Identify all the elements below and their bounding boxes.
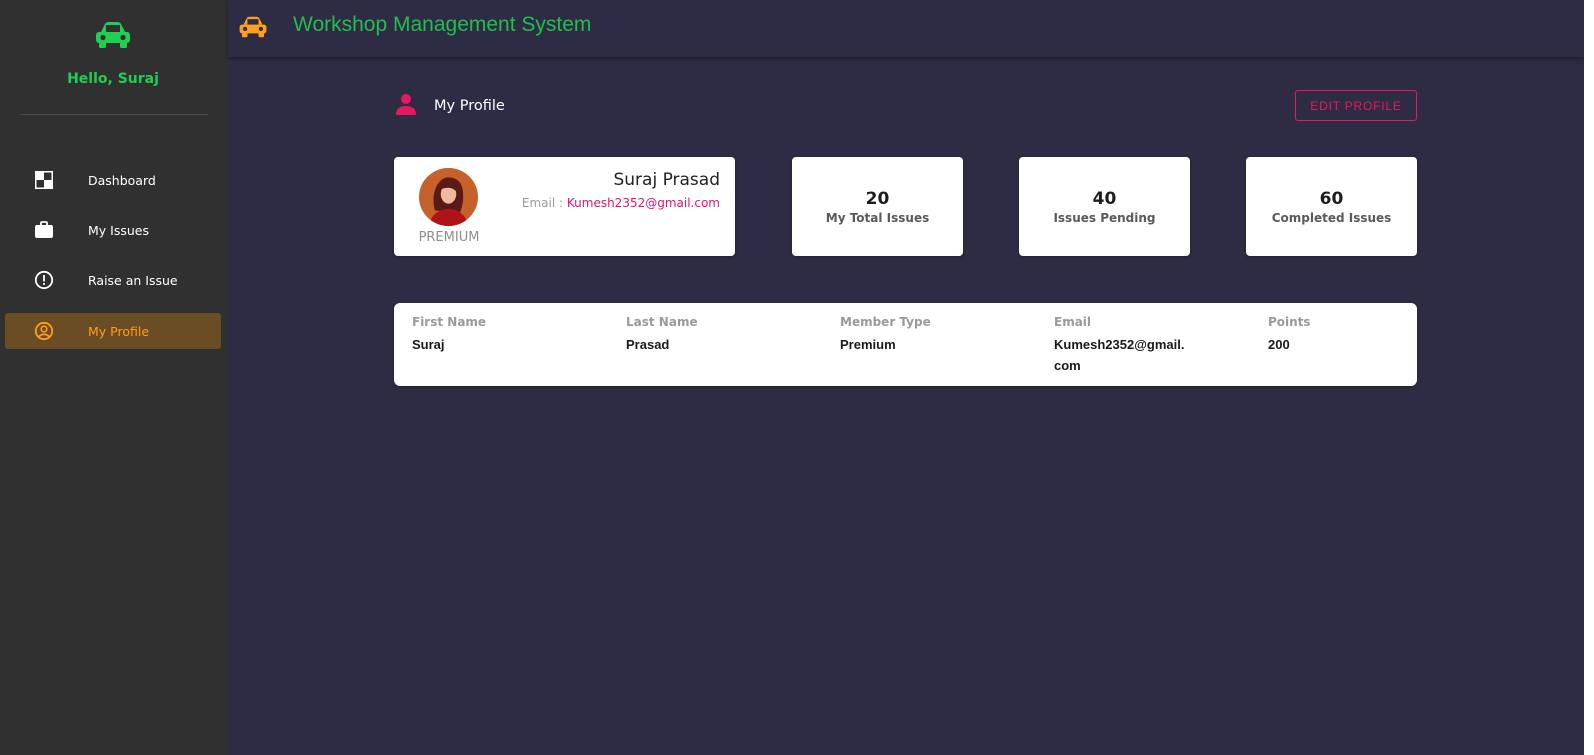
detail-email: Email Kumesh2352@gmail.com bbox=[1054, 315, 1189, 376]
detail-value: 200 bbox=[1268, 337, 1290, 352]
profile-name: Suraj Prasad bbox=[613, 170, 720, 190]
profile-details-card: First Name Suraj Last Name Prasad Member… bbox=[394, 303, 1417, 386]
sidebar-item-label: My Issues bbox=[88, 222, 149, 238]
alert-circle-icon bbox=[33, 269, 55, 291]
sidebar-item-my-profile[interactable]: My Profile bbox=[5, 313, 221, 349]
detail-header: First Name bbox=[412, 315, 487, 329]
sidebar-item-dashboard[interactable]: Dashboard bbox=[5, 162, 221, 198]
detail-points: Points 200 bbox=[1268, 315, 1428, 355]
briefcase-icon bbox=[33, 219, 55, 241]
profile-email: Email : Kumesh2352@gmail.com bbox=[522, 196, 720, 210]
sidebar-item-label: Raise an Issue bbox=[88, 272, 178, 288]
sidebar-divider bbox=[20, 114, 208, 115]
stat-value: 60 bbox=[1319, 188, 1344, 209]
sidebar-item-raise-issue[interactable]: Raise an Issue bbox=[5, 262, 221, 298]
car-logo-icon bbox=[94, 20, 132, 50]
stat-value: 40 bbox=[1092, 188, 1117, 209]
app-root: Hello, Suraj Dashboard My Issues Raise a… bbox=[0, 0, 1584, 755]
user-circle-icon bbox=[33, 320, 55, 342]
dashboard-icon bbox=[33, 169, 55, 191]
detail-value: Premium bbox=[840, 337, 896, 352]
stat-card-completed-issues: 60 Completed Issues bbox=[1246, 157, 1417, 256]
stat-label: My Total Issues bbox=[825, 210, 930, 225]
main-content: Workshop Management System My Profile ED… bbox=[228, 0, 1584, 755]
person-icon bbox=[394, 92, 418, 120]
detail-header: Email bbox=[1054, 315, 1092, 329]
top-bar: Workshop Management System bbox=[228, 0, 1584, 57]
avatar bbox=[419, 168, 478, 226]
stat-value: 20 bbox=[865, 188, 890, 209]
detail-member-type: Member Type Premium bbox=[840, 315, 1000, 355]
stat-card-total-issues: 20 My Total Issues bbox=[792, 157, 963, 256]
email-label: Email : bbox=[521, 196, 567, 210]
edit-profile-button[interactable]: EDIT PROFILE bbox=[1295, 90, 1417, 121]
detail-value: Prasad bbox=[626, 337, 670, 352]
app-title: Workshop Management System bbox=[293, 13, 592, 36]
greeting-text: Hello, Suraj bbox=[67, 71, 159, 87]
detail-last-name: Last Name Prasad bbox=[626, 315, 786, 355]
detail-first-name: First Name Suraj bbox=[412, 315, 572, 355]
sidebar-item-label: My Profile bbox=[88, 323, 150, 339]
page-title: My Profile bbox=[434, 98, 505, 114]
detail-header: Points bbox=[1268, 315, 1311, 329]
member-type-badge: PREMIUM bbox=[418, 230, 480, 245]
page-header: My Profile bbox=[394, 92, 505, 120]
detail-header: Member Type bbox=[840, 315, 931, 329]
stat-card-issues-pending: 40 Issues Pending bbox=[1019, 157, 1190, 256]
scrollbar-track[interactable] bbox=[1584, 0, 1594, 755]
profile-card: PREMIUM Suraj Prasad Email : Kumesh2352@… bbox=[394, 157, 735, 256]
sidebar-item-my-issues[interactable]: My Issues bbox=[5, 212, 221, 248]
detail-header: Last Name bbox=[626, 315, 698, 329]
stat-label: Completed Issues bbox=[1271, 210, 1392, 225]
detail-value: Kumesh2352@gmail.com bbox=[1054, 337, 1185, 373]
car-icon bbox=[238, 14, 268, 40]
sidebar-item-label: Dashboard bbox=[88, 172, 156, 188]
email-value[interactable]: Kumesh2352@gmail.com bbox=[567, 196, 720, 210]
detail-value: Suraj bbox=[412, 337, 445, 352]
stat-label: Issues Pending bbox=[1053, 210, 1156, 225]
sidebar: Hello, Suraj Dashboard My Issues Raise a… bbox=[0, 0, 228, 755]
